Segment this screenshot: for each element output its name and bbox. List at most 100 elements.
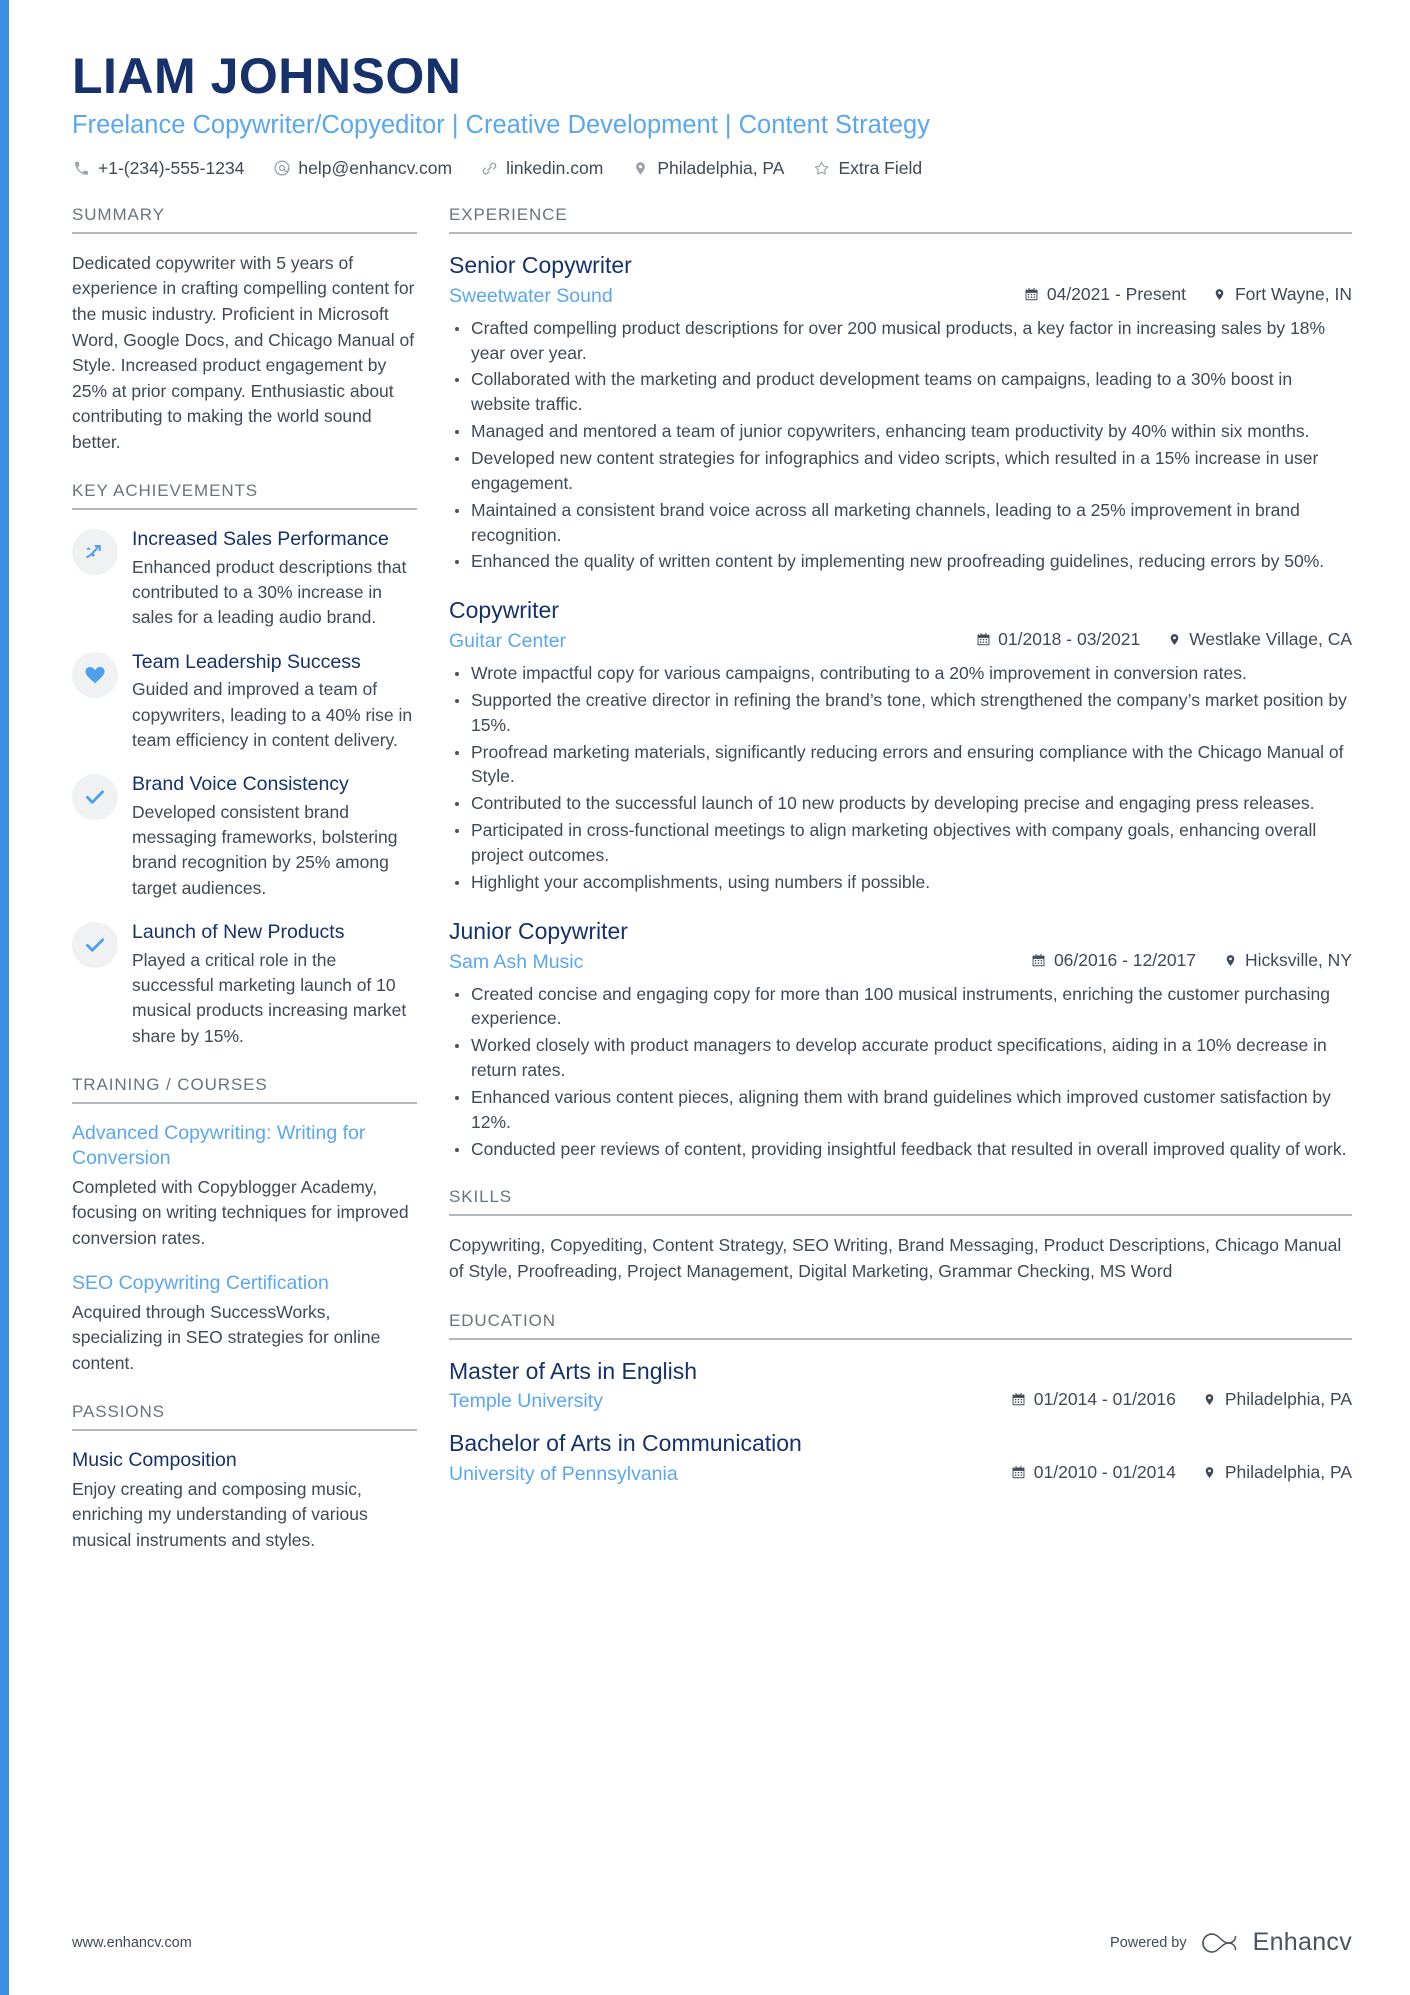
location-pin-icon bbox=[1166, 632, 1182, 648]
passion-desc: Enjoy creating and composing music, enri… bbox=[72, 1479, 368, 1550]
left-accent-bar bbox=[0, 0, 9, 1995]
job-bullet: Highlight your accomplishments, using nu… bbox=[449, 870, 1352, 895]
job-dates-text: 04/2021 - Present bbox=[1046, 283, 1186, 304]
job-bullet: Maintained a consistent brand voice acro… bbox=[449, 498, 1352, 548]
job-meta-row: Sam Ash Music 06/2016 - 12/2017 Hicksvil… bbox=[449, 950, 1352, 974]
job-bullet: Conducted peer reviews of content, provi… bbox=[449, 1137, 1352, 1162]
check-icon bbox=[72, 774, 118, 821]
education-school[interactable]: University of Pennsylvania bbox=[449, 1463, 1011, 1486]
experience-item: Junior Copywriter Sam Ash Music 06/2016 … bbox=[449, 917, 1352, 1162]
contact-location-text: Philadelphia, PA bbox=[657, 157, 785, 178]
education-dates-text: 01/2010 - 01/2014 bbox=[1033, 1462, 1176, 1483]
section-key-achievements: KEY ACHIEVEMENTS Increased Sales Perform… bbox=[72, 481, 417, 1049]
achievement-title: Launch of New Products bbox=[132, 921, 345, 944]
education-school[interactable]: Temple University bbox=[449, 1390, 1011, 1413]
achievement-item: Team Leadership Success Guided and impro… bbox=[72, 650, 417, 754]
section-training-courses: TRAINING / COURSES Advanced Copywriting:… bbox=[72, 1075, 417, 1376]
sidebar-column: SUMMARY Dedicated copywriter with 5 year… bbox=[72, 205, 417, 1579]
contact-phone[interactable]: +1-(234)-555-1234 bbox=[72, 158, 244, 179]
job-location: Hicksville, NY bbox=[1222, 950, 1352, 971]
job-company[interactable]: Sam Ash Music bbox=[449, 951, 1031, 974]
achievement-desc: Guided and improved a team of copywriter… bbox=[132, 679, 413, 750]
link-icon bbox=[480, 159, 499, 178]
training-item: Advanced Copywriting: Writing for Conver… bbox=[72, 1121, 417, 1251]
job-bullet: Developed new content strategies for inf… bbox=[449, 446, 1352, 496]
job-bullet: Contributed to the successful launch of … bbox=[449, 791, 1352, 816]
education-degree: Master of Arts in English bbox=[449, 1357, 697, 1384]
contact-linkedin[interactable]: linkedin.com bbox=[480, 158, 603, 179]
trending-up-icon bbox=[72, 529, 118, 576]
job-meta-row: Guitar Center 01/2018 - 03/2021 Westlake… bbox=[449, 629, 1352, 653]
section-divider bbox=[72, 508, 417, 511]
job-bullet: Worked closely with product managers to … bbox=[449, 1033, 1352, 1083]
summary-text: Dedicated copywriter with 5 years of exp… bbox=[72, 252, 415, 452]
phone-icon bbox=[72, 159, 91, 178]
job-bullet: Managed and mentored a team of junior co… bbox=[449, 419, 1352, 444]
section-title-training-courses: TRAINING / COURSES bbox=[72, 1075, 268, 1094]
location-pin-icon bbox=[1222, 952, 1238, 968]
passion-item: Music Composition Enjoy creating and com… bbox=[72, 1448, 417, 1553]
section-skills: SKILLS Copywriting, Copyediting, Content… bbox=[449, 1187, 1352, 1284]
page-footer: www.enhancv.com Powered by Enhancv bbox=[72, 1928, 1352, 1957]
achievement-desc: Developed consistent brand messaging fra… bbox=[132, 801, 398, 898]
achievement-title: Increased Sales Performance bbox=[132, 528, 389, 551]
footer-website-url[interactable]: www.enhancv.com bbox=[72, 1935, 192, 1951]
education-location: Philadelphia, PA bbox=[1202, 1389, 1352, 1410]
experience-item: Senior Copywriter Sweetwater Sound 04/20… bbox=[449, 251, 1352, 574]
location-pin-icon bbox=[1212, 286, 1228, 302]
section-title-experience: EXPERIENCE bbox=[449, 204, 568, 224]
passion-title: Music Composition bbox=[72, 1449, 237, 1472]
enhancv-brand-name: Enhancv bbox=[1252, 1928, 1352, 1956]
job-company[interactable]: Guitar Center bbox=[449, 630, 975, 653]
training-title[interactable]: Advanced Copywriting: Writing for Conver… bbox=[72, 1121, 417, 1171]
contact-extra-field[interactable]: Extra Field bbox=[812, 158, 922, 179]
skills-text: Copywriting, Copyediting, Content Strate… bbox=[449, 1235, 1342, 1282]
job-location-text: Fort Wayne, IN bbox=[1234, 283, 1352, 304]
achievement-title: Team Leadership Success bbox=[132, 650, 361, 673]
calendar-icon bbox=[1011, 1392, 1027, 1408]
achievement-item: Launch of New Products Played a critical… bbox=[72, 920, 417, 1049]
calendar-icon bbox=[1024, 286, 1040, 302]
job-location-text: Hicksville, NY bbox=[1245, 949, 1352, 970]
education-location-text: Philadelphia, PA bbox=[1224, 1389, 1352, 1410]
contact-location[interactable]: Philadelphia, PA bbox=[631, 158, 784, 179]
section-experience: EXPERIENCE Senior Copywriter Sweetwater … bbox=[449, 205, 1352, 1162]
job-bullet: Crafted compelling product descriptions … bbox=[449, 316, 1352, 366]
section-divider bbox=[449, 1337, 1352, 1340]
job-location: Westlake Village, CA bbox=[1166, 629, 1352, 650]
job-bullet: Collaborated with the marketing and prod… bbox=[449, 367, 1352, 417]
section-divider bbox=[449, 1214, 1352, 1217]
section-divider bbox=[72, 231, 417, 234]
location-pin-icon bbox=[1202, 1465, 1218, 1481]
job-role: Junior Copywriter bbox=[449, 917, 628, 944]
job-bullets: Created concise and engaging copy for mo… bbox=[449, 982, 1352, 1162]
achievement-title: Brand Voice Consistency bbox=[132, 773, 349, 796]
job-bullets: Wrote impactful copy for various campaig… bbox=[449, 661, 1352, 895]
experience-item: Copywriter Guitar Center 01/2018 - 03/20… bbox=[449, 596, 1352, 894]
candidate-headline: Freelance Copywriter/Copyeditor | Creati… bbox=[72, 111, 930, 139]
job-location-text: Westlake Village, CA bbox=[1189, 629, 1352, 650]
calendar-icon bbox=[975, 632, 991, 648]
section-summary: SUMMARY Dedicated copywriter with 5 year… bbox=[72, 205, 417, 455]
job-bullets: Crafted compelling product descriptions … bbox=[449, 316, 1352, 574]
section-divider bbox=[449, 231, 1352, 234]
job-bullet: Enhanced the quality of written content … bbox=[449, 549, 1352, 574]
calendar-icon bbox=[1031, 952, 1047, 968]
job-company[interactable]: Sweetwater Sound bbox=[449, 285, 1024, 308]
education-dates-text: 01/2014 - 01/2016 bbox=[1033, 1389, 1176, 1410]
achievement-desc: Enhanced product descriptions that contr… bbox=[132, 556, 407, 628]
job-dates-text: 06/2016 - 12/2017 bbox=[1053, 949, 1197, 970]
resume-page: LIAM JOHNSON Freelance Copywriter/Copyed… bbox=[0, 0, 1410, 1995]
contact-row: +1-(234)-555-1234 help@enhancv.com linke… bbox=[72, 158, 1352, 179]
job-role: Senior Copywriter bbox=[449, 251, 632, 278]
powered-by-label: Powered by bbox=[1110, 1934, 1187, 1951]
section-divider bbox=[72, 1429, 417, 1432]
contact-email[interactable]: help@enhancv.com bbox=[272, 158, 452, 179]
calendar-icon bbox=[1011, 1465, 1027, 1481]
education-dates: 01/2014 - 01/2016 bbox=[1011, 1389, 1176, 1410]
section-education: EDUCATION Master of Arts in English Temp… bbox=[449, 1311, 1352, 1487]
education-meta-row: Temple University 01/2014 - 01/2016 Phil… bbox=[449, 1389, 1352, 1413]
job-location: Fort Wayne, IN bbox=[1212, 284, 1352, 305]
main-column: EXPERIENCE Senior Copywriter Sweetwater … bbox=[449, 205, 1352, 1512]
training-title[interactable]: SEO Copywriting Certification bbox=[72, 1271, 417, 1296]
